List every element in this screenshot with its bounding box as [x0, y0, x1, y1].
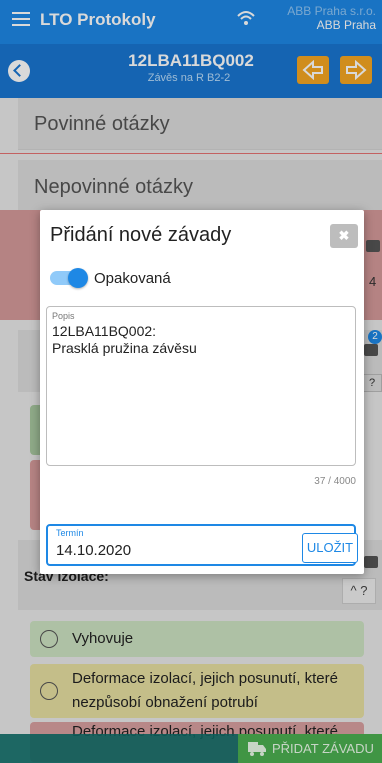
close-button[interactable]: ✖: [330, 224, 358, 248]
description-value[interactable]: 12LBA11BQ002: Prasklá pružina závěsu: [52, 323, 342, 357]
date-value[interactable]: 14.10.2020: [56, 542, 131, 559]
repeated-toggle-label: Opakovaná: [94, 270, 171, 287]
dialog-title: Přidání nové závady: [50, 224, 232, 246]
save-button[interactable]: ULOŽIT: [302, 533, 358, 563]
date-label: Termín: [56, 528, 84, 538]
character-counter: 37 / 4000: [314, 476, 356, 487]
description-label: Popis: [52, 311, 75, 321]
repeated-toggle[interactable]: [50, 268, 88, 288]
add-defect-dialog: Přidání nové závady ✖ Opakovaná Popis 12…: [40, 210, 364, 574]
